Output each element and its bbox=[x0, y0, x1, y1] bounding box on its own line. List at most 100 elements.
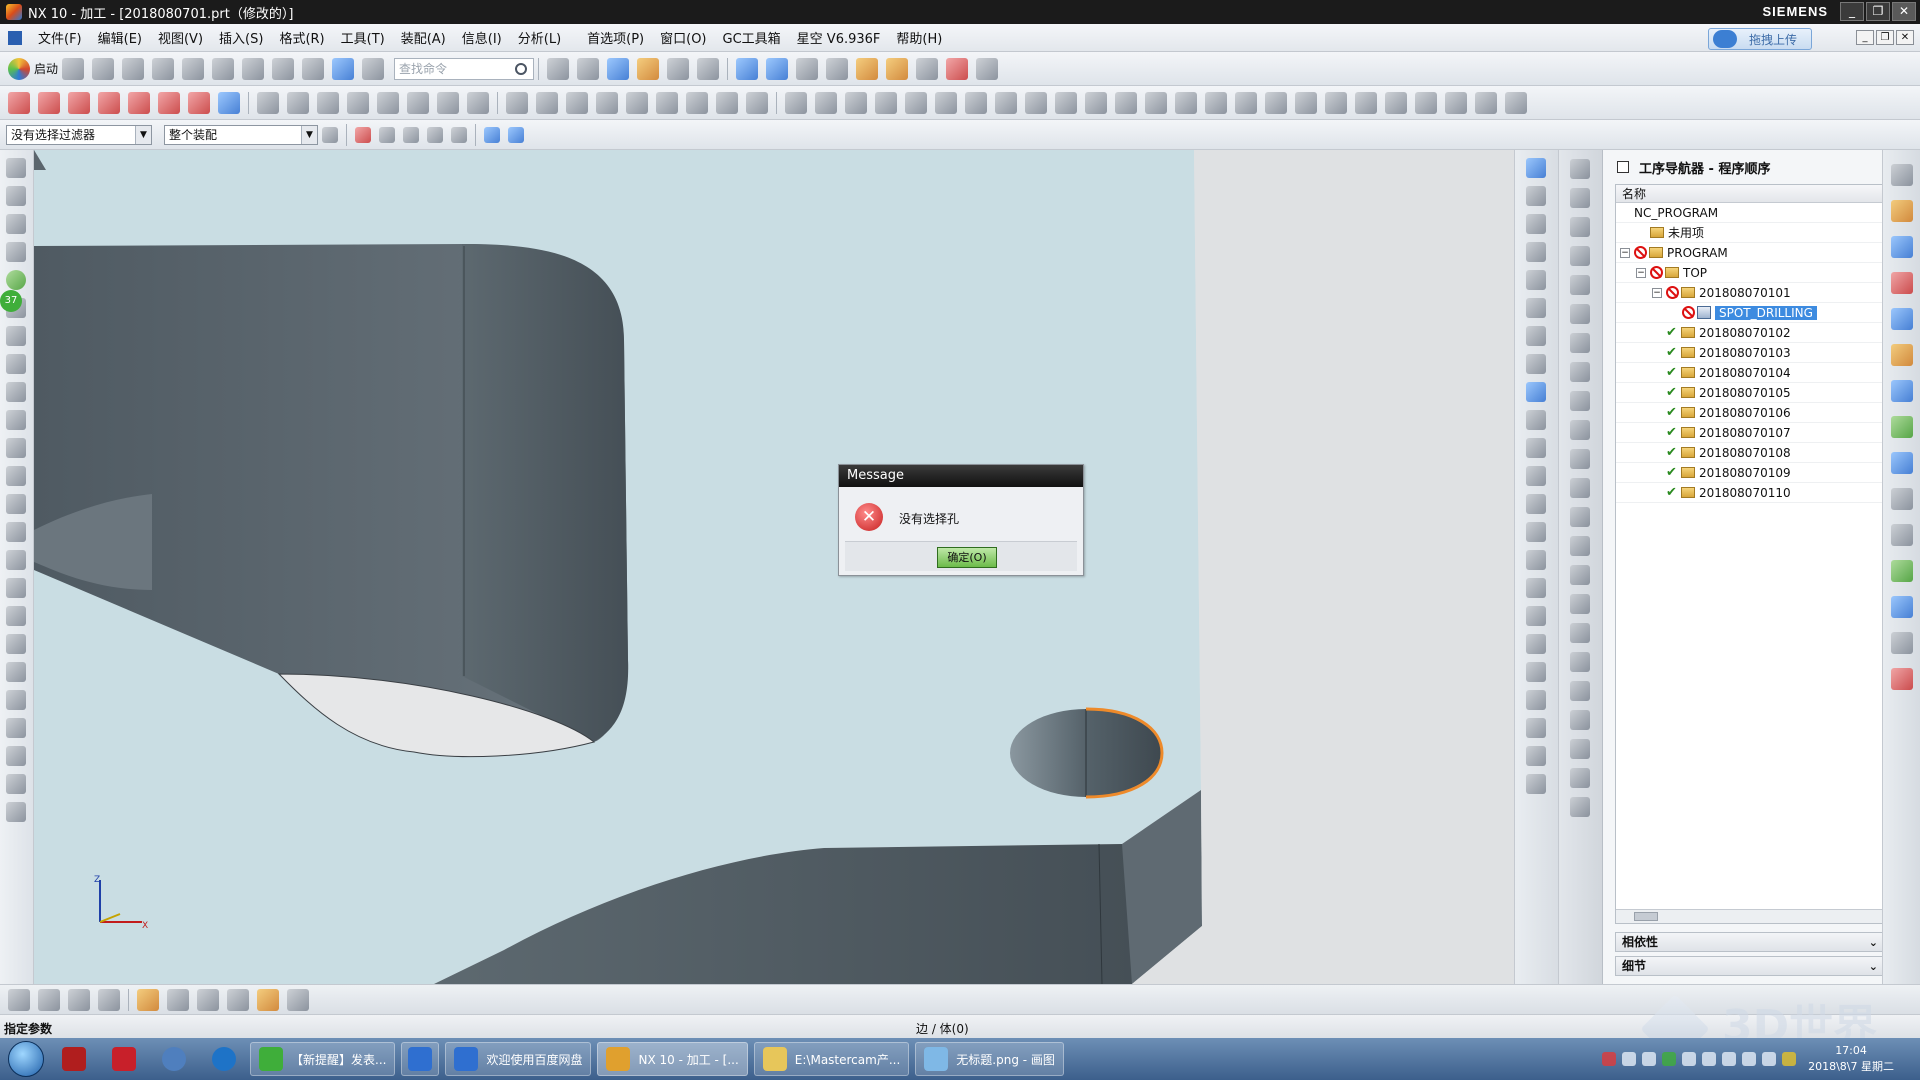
navigator-checkbox[interactable] bbox=[1617, 161, 1629, 173]
scrollbar-thumb[interactable] bbox=[1634, 912, 1658, 921]
display-icon[interactable] bbox=[1526, 410, 1546, 430]
hide-icon[interactable] bbox=[287, 988, 309, 1011]
cut-icon[interactable] bbox=[182, 57, 205, 80]
tree-row[interactable]: 未用项 bbox=[1616, 223, 1882, 243]
view-cube-icon[interactable] bbox=[484, 126, 500, 143]
cross-icon[interactable] bbox=[1570, 188, 1590, 208]
copy-icon[interactable] bbox=[212, 57, 235, 80]
tool-holder-icon[interactable] bbox=[1570, 797, 1590, 817]
object-icon[interactable] bbox=[1570, 217, 1590, 237]
menu-assemblies[interactable]: 装配(A) bbox=[393, 28, 454, 47]
pocket-icon[interactable] bbox=[626, 91, 648, 114]
palette-icon[interactable] bbox=[1891, 416, 1913, 438]
shaded-view-icon[interactable] bbox=[508, 126, 524, 143]
color-palette-icon[interactable] bbox=[137, 988, 159, 1011]
arc-tool-icon[interactable] bbox=[6, 214, 26, 234]
slot-icon[interactable] bbox=[1415, 91, 1437, 114]
general-filter-icon[interactable] bbox=[322, 126, 338, 143]
save-icon[interactable] bbox=[122, 57, 145, 80]
window-frame-icon[interactable] bbox=[697, 57, 720, 80]
rib-icon[interactable] bbox=[1445, 91, 1467, 114]
menu-gc-toolkit[interactable]: GC工具箱 bbox=[715, 28, 789, 47]
print-icon[interactable] bbox=[152, 57, 175, 80]
lathe-icon[interactable] bbox=[1570, 594, 1590, 614]
point-icon[interactable] bbox=[6, 158, 26, 178]
menu-logo-icon[interactable] bbox=[8, 30, 22, 45]
fillet-curve-icon[interactable] bbox=[6, 354, 26, 374]
select-window-icon[interactable] bbox=[451, 126, 467, 143]
collapse-icon[interactable]: − bbox=[1620, 247, 1630, 258]
ok-button[interactable]: 确定(O) bbox=[937, 547, 997, 568]
mount-icon[interactable] bbox=[1570, 333, 1590, 353]
project-curve-icon[interactable] bbox=[437, 91, 459, 114]
hd3d-tools-icon[interactable] bbox=[1891, 380, 1913, 402]
operation-navigator-tab-icon[interactable] bbox=[1891, 200, 1913, 222]
curve-offset-icon[interactable] bbox=[6, 382, 26, 402]
menu-window[interactable]: 窗口(O) bbox=[652, 28, 714, 47]
snap-endpoint-icon[interactable] bbox=[8, 91, 30, 114]
tree-row[interactable]: NC_PROGRAM bbox=[1616, 203, 1882, 223]
undercut-icon[interactable] bbox=[1570, 565, 1590, 585]
component-icon[interactable] bbox=[257, 988, 279, 1011]
simulate-icon[interactable] bbox=[1526, 270, 1546, 290]
pinned-acrobat[interactable] bbox=[54, 1042, 94, 1076]
circle-icon[interactable] bbox=[347, 91, 369, 114]
taskbar-task-button[interactable]: E:\Mastercam产... bbox=[753, 1042, 910, 1076]
close-button[interactable]: ✕ bbox=[1892, 2, 1916, 21]
edit-icon[interactable] bbox=[1526, 466, 1546, 486]
helix-icon[interactable] bbox=[6, 550, 26, 570]
snap-active-icon[interactable] bbox=[218, 91, 240, 114]
shell-icon[interactable] bbox=[875, 91, 897, 114]
project-icon[interactable] bbox=[6, 466, 26, 486]
tree-row[interactable]: − TOP bbox=[1616, 263, 1882, 283]
windows-start-button[interactable] bbox=[8, 1041, 44, 1077]
blank-icon[interactable] bbox=[1570, 449, 1590, 469]
intersect-curve-icon[interactable] bbox=[6, 494, 26, 514]
output-cls-icon[interactable] bbox=[1526, 354, 1546, 374]
create-geometry-icon[interactable] bbox=[796, 57, 819, 80]
snap-quadrant-icon[interactable] bbox=[158, 91, 180, 114]
trim-body-icon[interactable] bbox=[1115, 91, 1137, 114]
generate-icon[interactable] bbox=[1526, 158, 1546, 178]
draft-icon[interactable] bbox=[845, 91, 867, 114]
bridge-curve-icon[interactable] bbox=[6, 410, 26, 430]
workpiece-icon[interactable] bbox=[8, 988, 30, 1011]
measure-icon[interactable] bbox=[976, 57, 999, 80]
create-method-icon[interactable] bbox=[826, 57, 849, 80]
shop-doc-small-icon[interactable] bbox=[1526, 326, 1546, 346]
minimize-button[interactable]: _ bbox=[1840, 2, 1864, 21]
taskbar-task-button[interactable] bbox=[401, 1042, 440, 1076]
box-icon[interactable] bbox=[1570, 739, 1590, 759]
turn-icon[interactable] bbox=[1526, 550, 1546, 570]
graphics-window[interactable]: Z X bbox=[34, 150, 1514, 984]
select-body-icon[interactable] bbox=[403, 126, 419, 143]
thicken-icon[interactable] bbox=[1265, 91, 1287, 114]
selection-mode-icon[interactable] bbox=[667, 57, 690, 80]
orient-view-icon[interactable] bbox=[607, 57, 630, 80]
menu-format[interactable]: 格式(R) bbox=[271, 28, 332, 47]
arrow-right-icon[interactable] bbox=[1570, 275, 1590, 295]
close-x-icon[interactable] bbox=[746, 91, 768, 114]
move-face-icon[interactable] bbox=[1025, 91, 1047, 114]
doc-close-button[interactable]: ✕ bbox=[1896, 30, 1914, 45]
menu-information[interactable]: 信息(I) bbox=[454, 28, 510, 47]
column-header-name[interactable]: 名称 bbox=[1616, 185, 1882, 203]
role-icon[interactable] bbox=[1891, 668, 1913, 690]
menu-file[interactable]: 文件(F) bbox=[30, 28, 90, 47]
rectangle-icon[interactable] bbox=[6, 242, 26, 262]
snap-point-on-curve-icon[interactable] bbox=[188, 91, 210, 114]
tool-path-edit-icon[interactable] bbox=[1526, 438, 1546, 458]
revolve-icon[interactable] bbox=[536, 91, 558, 114]
details-section[interactable]: 细节 ⌄ bbox=[1615, 956, 1883, 976]
text-curve-icon[interactable] bbox=[6, 606, 26, 626]
variable-axis-icon[interactable] bbox=[1526, 774, 1546, 794]
delete-face-icon[interactable] bbox=[1055, 91, 1077, 114]
taskbar-task-button[interactable]: 无标题.png - 画图 bbox=[915, 1042, 1064, 1076]
sketch-icon[interactable] bbox=[257, 91, 279, 114]
planar-icon[interactable] bbox=[1526, 634, 1546, 654]
groove-icon[interactable] bbox=[1385, 91, 1407, 114]
reuse-library-icon[interactable] bbox=[1891, 344, 1913, 366]
tree-row[interactable]: ✔ 201808070105 bbox=[1616, 383, 1882, 403]
restore-button[interactable]: ❐ bbox=[1866, 2, 1890, 21]
tree-horizontal-scrollbar[interactable] bbox=[1616, 909, 1882, 923]
